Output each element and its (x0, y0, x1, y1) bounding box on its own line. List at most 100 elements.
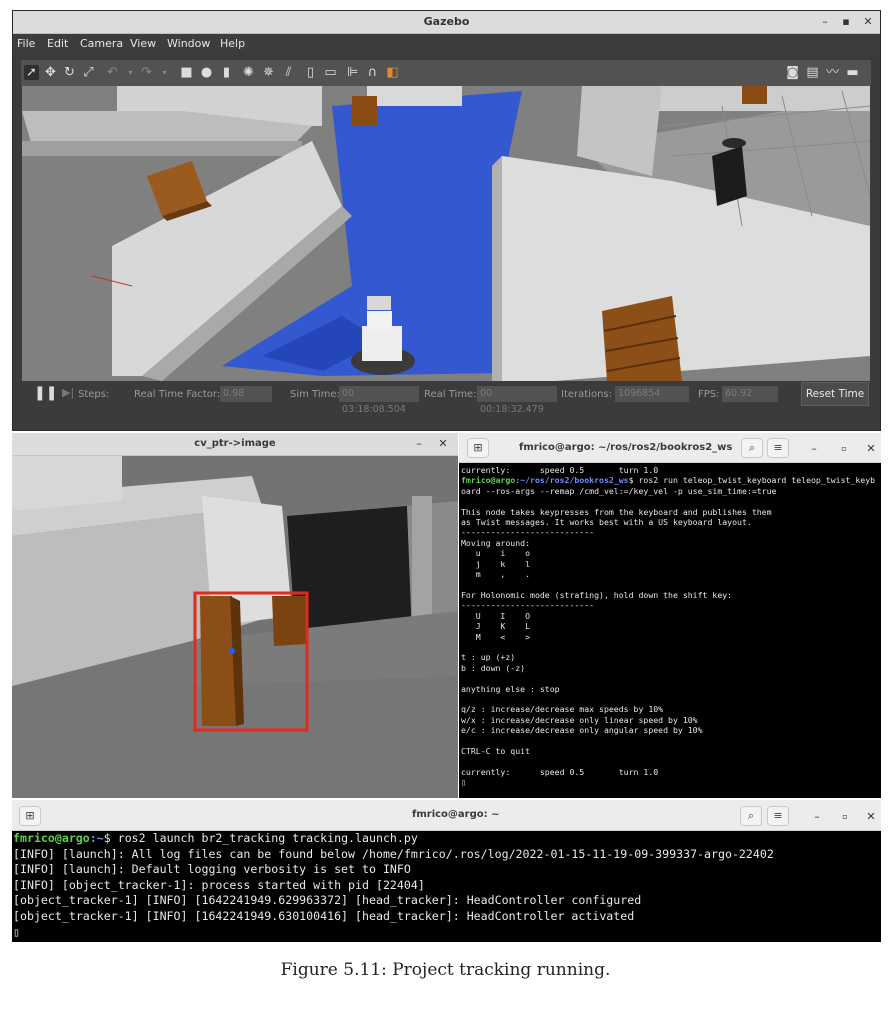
terminal-line: [INFO] [launch]: Default logging verbosi… (13, 862, 411, 877)
copy-icon[interactable]: ▯ (303, 65, 318, 80)
point-light-icon[interactable]: ✺ (241, 65, 256, 80)
teleop-terminal-titlebar: ⊞ fmrico@argo: ~/ros/ros2/bookros2_ws ⌕ … (459, 433, 881, 463)
align-icon[interactable]: ⊫ (345, 65, 360, 80)
snap-icon[interactable]: ∩ (365, 65, 380, 80)
undo-icon[interactable]: ↶ (105, 65, 120, 80)
terminal-line: anything else : stop (461, 683, 560, 694)
terminal-cursor: ▯ (13, 924, 20, 939)
menu-icon[interactable]: ≡ (767, 806, 789, 826)
chevron-down-icon[interactable]: ▾ (157, 65, 172, 80)
screenshot-icon[interactable]: ◙ (785, 65, 800, 80)
terminal-line: as Twist messages. It works best with a … (461, 517, 752, 528)
pause-icon[interactable]: ❚❚ (34, 385, 57, 401)
image-view-titlebar: cv_ptr->image – ✕ (12, 433, 458, 456)
scale-icon[interactable]: ⤢ (81, 65, 96, 80)
terminal-line: [INFO] [launch]: All log files can be fo… (13, 846, 774, 861)
simulation-scene (22, 86, 870, 381)
sim-time-label: Sim Time: (290, 389, 340, 400)
terminal-line: [object_tracker-1] [INFO] [1642241949.62… (13, 893, 642, 908)
iterations-value: 1096854 (615, 386, 689, 402)
select-mode-icon[interactable]: ➚ (24, 65, 39, 80)
search-icon[interactable]: ⌕ (741, 438, 763, 458)
real-time-factor-label: Real Time Factor: (134, 389, 221, 400)
launch-terminal-titlebar: ⊞ fmrico@argo: ~ ⌕ ≡ – ▫ ✕ (12, 800, 881, 831)
new-tab-icon[interactable]: ⊞ (467, 438, 489, 458)
terminal-cursor: ▯ (461, 777, 466, 788)
terminal-text: currently: speed 0.5 turn 1.0 fmrico@arg… (459, 463, 881, 788)
real-time-value: 00 00:18:32.479 (477, 386, 557, 415)
maximize-button[interactable]: ▪ (839, 15, 853, 29)
terminal-line: U I O (461, 610, 531, 621)
tracking-center-point (229, 648, 235, 654)
window-title: cv_ptr->image (194, 438, 276, 449)
terminal-line: currently: speed 0.5 turn 1.0 (461, 465, 659, 475)
teleop-terminal-output[interactable]: currently: speed 0.5 turn 1.0 fmrico@arg… (459, 463, 881, 798)
minimize-button[interactable]: – (818, 15, 832, 29)
search-icon[interactable]: ⌕ (740, 806, 762, 826)
redo-icon[interactable]: ↷ (139, 65, 154, 80)
chevron-down-icon[interactable]: ▾ (123, 65, 138, 80)
terminal-text: fmrico@argo:~$ ros2 launch br2_tracking … (12, 831, 881, 940)
minimize-button[interactable]: – (807, 442, 821, 456)
directional-light-icon[interactable]: ⫽ (281, 65, 296, 80)
cylinder-shape-icon[interactable]: ▮ (219, 65, 234, 80)
menu-view[interactable]: View (130, 37, 156, 50)
launch-terminal-window: ⊞ fmrico@argo: ~ ⌕ ≡ – ▫ ✕ fmrico@argo:~… (12, 800, 881, 942)
status-bar: ❚❚ ▶| Steps: Real Time Factor: 0.98 Sim … (22, 381, 870, 415)
video-record-icon[interactable]: ▬ (845, 65, 860, 80)
plot-icon[interactable]: 〰 (825, 65, 840, 80)
log-icon[interactable]: ▤ (805, 65, 820, 80)
minimize-button[interactable]: – (810, 810, 824, 824)
menu-file[interactable]: File (17, 37, 35, 50)
figure-caption: Figure 5.11: Project tracking running. (280, 960, 611, 980)
maximize-button[interactable]: ▫ (837, 442, 851, 456)
window-title: Gazebo (423, 15, 470, 28)
window-title: fmrico@argo: ~ (412, 809, 500, 820)
window-title: fmrico@argo: ~/ros/ros2/bookros2_ws (519, 442, 733, 453)
gazebo-window: Gazebo – ▪ ✕ File Edit Camera View Windo… (12, 10, 881, 431)
prompt-path: :~/ros/ros2/bookros2_ws (515, 475, 629, 486)
terminal-line: e/c : increase/decrease only angular spe… (461, 725, 703, 736)
terminal-line: u i o (461, 548, 531, 559)
menu-icon[interactable]: ≡ (767, 438, 789, 458)
reset-time-button[interactable]: Reset Time (801, 382, 869, 406)
prompt-path: :~ (89, 831, 104, 845)
terminal-line: [INFO] [object_tracker-1]: process start… (13, 877, 425, 892)
maximize-button[interactable]: ▫ (838, 810, 852, 824)
launch-terminal-output[interactable]: fmrico@argo:~$ ros2 launch br2_tracking … (12, 831, 881, 942)
sim-time-value: 00 03:18:08.504 (339, 386, 419, 415)
menu-help[interactable]: Help (220, 37, 245, 50)
gazebo-titlebar: Gazebo – ▪ ✕ (13, 11, 880, 34)
new-tab-icon[interactable]: ⊞ (19, 806, 41, 826)
prompt-user: fmrico@argo (461, 475, 516, 486)
rotate-icon[interactable]: ↻ (62, 65, 77, 80)
gazebo-3d-viewport[interactable] (22, 86, 870, 381)
terminal-line: --------------------------- (461, 600, 595, 611)
terminal-line: This node takes keypresses from the keyb… (461, 506, 772, 517)
close-button[interactable]: ✕ (861, 15, 875, 29)
spot-light-icon[interactable]: ✵ (261, 65, 276, 80)
terminal-line: --------------------------- (461, 527, 595, 538)
terminal-line: q/z : increase/decrease max speeds by 10… (461, 704, 664, 715)
terminal-line: m , . (461, 569, 531, 580)
translate-icon[interactable]: ✥ (43, 65, 58, 80)
menu-camera[interactable]: Camera (80, 37, 123, 50)
terminal-line: t : up (+z) (461, 652, 516, 663)
steps-label: Steps: (78, 389, 110, 400)
close-button[interactable]: ✕ (436, 437, 450, 451)
camera-frame (12, 456, 458, 798)
sphere-shape-icon[interactable]: ● (199, 65, 214, 80)
box-shape-icon[interactable]: ■ (179, 65, 194, 80)
terminal-line: j k l (461, 558, 531, 569)
terminal-line: J K L (461, 621, 531, 632)
toolbar: ➚ ✥ ↻ ⤢ ↶ ▾ ↷ ▾ ■ ● ▮ ✺ ✵ ⫽ ▯ ▭ ⊫ ∩ ◧ ◙ … (21, 60, 871, 86)
terminal-line: For Holonomic mode (strafing), hold down… (461, 589, 733, 600)
menu-edit[interactable]: Edit (47, 37, 68, 50)
minimize-button[interactable]: – (412, 437, 426, 451)
close-button[interactable]: ✕ (864, 442, 878, 456)
paste-icon[interactable]: ▭ (323, 65, 338, 80)
menu-window[interactable]: Window (167, 37, 210, 50)
color-icon[interactable]: ◧ (385, 65, 400, 80)
close-button[interactable]: ✕ (864, 810, 878, 824)
step-icon[interactable]: ▶| (62, 386, 74, 399)
